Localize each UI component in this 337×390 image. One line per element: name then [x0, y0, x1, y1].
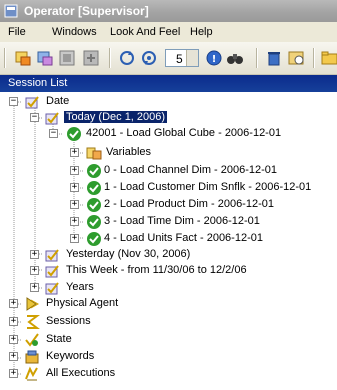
tree-node-state[interactable]: + State [0, 331, 337, 349]
calendar-check-icon [45, 112, 59, 125]
session-tree: − Date − Today (Dec 1, 2006) − 42001 - L… [0, 92, 337, 390]
import-icon[interactable] [58, 49, 76, 67]
tree-node-step[interactable]: + 2 - Load Product Dim - 2006-12-01 [0, 196, 337, 214]
tree-node-step[interactable]: + 1 - Load Customer Dim Snflk - 2006-12-… [0, 179, 337, 197]
folder-icon[interactable] [320, 49, 337, 67]
disconnect-icon[interactable] [36, 49, 54, 67]
tree-label: Years [66, 281, 94, 293]
green-check-icon [87, 232, 101, 246]
toolbar-separator [313, 48, 315, 68]
tree-label: 4 - Load Units Fact - 2006-12-01 [104, 232, 263, 244]
green-check-icon [87, 215, 101, 229]
tree-label: 2 - Load Product Dim - 2006-12-01 [104, 198, 274, 210]
tree-label: Keywords [46, 350, 95, 362]
expand-toggle[interactable]: + [30, 250, 39, 259]
tree-label: 0 - Load Channel Dim - 2006-12-01 [104, 164, 278, 176]
toolbar-separator [109, 48, 111, 68]
calendar-check-icon [25, 96, 39, 109]
connect-icon[interactable] [14, 49, 32, 67]
tree-label: 42001 - Load Global Cube - 2006-12-01 [86, 127, 282, 139]
tree-label: 1 - Load Customer Dim Snflk - 2006-12-01 [104, 181, 312, 193]
spin-down-button[interactable] [186, 58, 198, 66]
tree-node-session[interactable]: − 42001 - Load Global Cube - 2006-12-01 [0, 125, 337, 143]
app-icon [4, 4, 18, 18]
green-check-icon [87, 181, 101, 195]
expand-toggle[interactable]: + [9, 317, 18, 326]
green-check-icon [67, 127, 81, 141]
menu-windows[interactable]: Windows [52, 26, 97, 38]
tree-node-variables[interactable]: + Variables [0, 144, 337, 162]
tree-label: Variables [106, 146, 152, 158]
svg-text:!: ! [212, 54, 217, 65]
tree-node-step[interactable]: + 3 - Load Time Dim - 2006-12-01 [0, 213, 337, 231]
green-check-icon [87, 164, 101, 178]
state-icon [25, 333, 39, 347]
expand-toggle[interactable]: + [70, 148, 79, 157]
menu-bar: File Windows Look And Feel Help [0, 22, 337, 42]
expand-toggle[interactable]: + [70, 234, 79, 243]
expand-toggle[interactable]: + [70, 166, 79, 175]
delete-icon[interactable] [265, 49, 283, 67]
tree-node-this-week[interactable]: + This Week - from 11/30/06 to 12/2/06 [0, 262, 337, 280]
tree-node-keywords[interactable]: + Keywords [0, 348, 337, 366]
expand-toggle[interactable]: + [9, 299, 18, 308]
variables-icon [86, 147, 102, 160]
toolbar-separator [256, 48, 258, 68]
tree-node-physical-agent[interactable]: + Physical Agent [0, 295, 337, 313]
panel-title: Session List [8, 77, 68, 89]
panel-header: Session List [0, 75, 337, 92]
help-icon[interactable]: ! [205, 49, 223, 67]
collapse-toggle[interactable]: − [9, 97, 18, 106]
tree-label: Date [46, 95, 70, 107]
agent-icon [26, 297, 40, 311]
expand-toggle[interactable]: + [30, 266, 39, 275]
window-title: Operator [Supervisor] [24, 4, 149, 18]
binoculars-icon[interactable] [226, 49, 244, 67]
tree-node-all-executions[interactable]: + All Executions [0, 365, 337, 383]
collapse-toggle[interactable]: − [30, 113, 39, 122]
executions-icon [25, 366, 38, 381]
tree-node-sessions[interactable]: + Sessions [0, 313, 337, 331]
expand-toggle[interactable]: + [9, 352, 18, 361]
sessions-icon [27, 315, 40, 329]
calendar-check-icon [45, 249, 59, 262]
calendar-check-icon [45, 282, 59, 295]
tree-label: This Week - from 11/30/06 to 12/2/06 [66, 264, 247, 276]
expand-toggle[interactable]: + [70, 217, 79, 226]
export-icon[interactable] [82, 49, 100, 67]
menu-look-and-feel[interactable]: Look And Feel [110, 26, 180, 38]
expand-toggle[interactable]: + [30, 283, 39, 292]
tree-label: State [46, 333, 72, 345]
expand-toggle[interactable]: + [70, 200, 79, 209]
expand-toggle[interactable]: + [70, 183, 79, 192]
toolbar-grip [4, 48, 6, 68]
spinner-value[interactable]: 5 [176, 52, 183, 66]
tree-label-selected: Today (Dec 1, 2006) [64, 111, 168, 123]
calendar-check-icon [45, 265, 59, 278]
menu-help[interactable]: Help [190, 26, 213, 38]
refresh-icon[interactable] [118, 49, 136, 67]
expand-toggle[interactable]: + [9, 369, 18, 378]
tree-label: 3 - Load Time Dim - 2006-12-01 [104, 215, 260, 227]
tree-label: Sessions [46, 315, 91, 327]
tree-node-step[interactable]: + 0 - Load Channel Dim - 2006-12-01 [0, 162, 337, 180]
purge-log-icon[interactable] [287, 49, 305, 67]
expand-toggle[interactable]: + [9, 335, 18, 344]
refresh-interval-spinner[interactable]: 5 [165, 49, 199, 67]
keywords-icon [25, 350, 39, 364]
auto-refresh-icon[interactable] [140, 49, 158, 67]
tree-label: Yesterday (Nov 30, 2006) [66, 248, 191, 260]
menu-file[interactable]: File [8, 26, 26, 38]
tree-label: All Executions [46, 367, 116, 379]
tree-label: Physical Agent [46, 297, 119, 309]
green-check-icon [87, 198, 101, 212]
collapse-toggle[interactable]: − [49, 129, 58, 138]
title-bar: Operator [Supervisor] [0, 0, 337, 22]
